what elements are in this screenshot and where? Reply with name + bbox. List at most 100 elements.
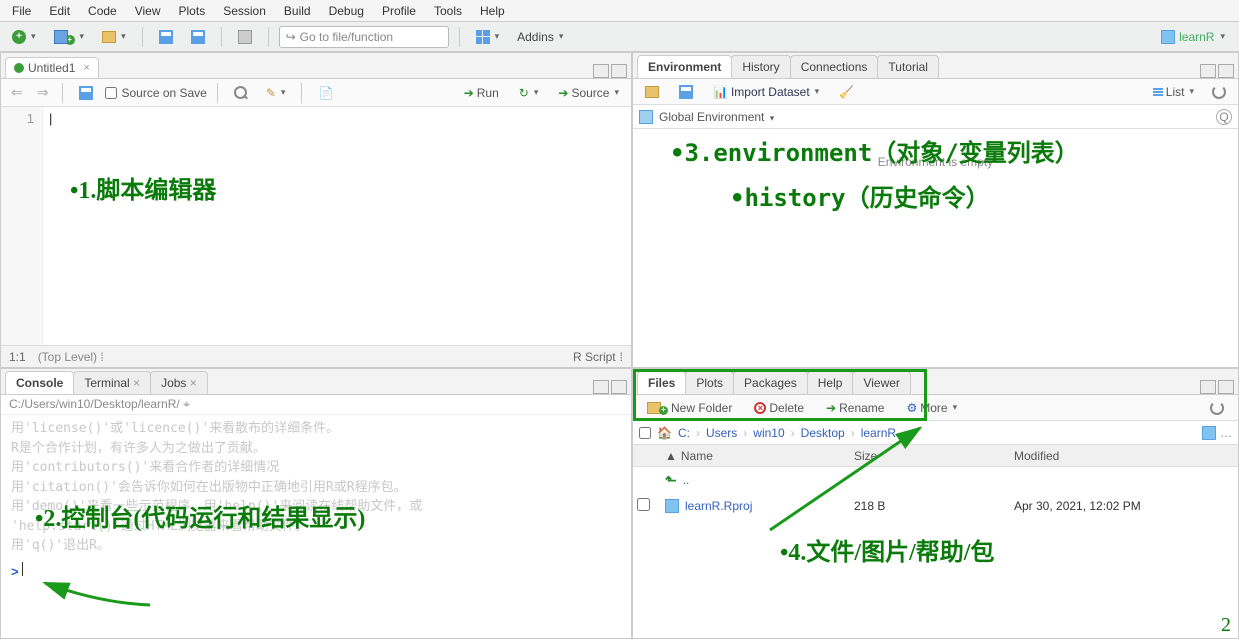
col-name[interactable]: ▲ Name xyxy=(665,449,854,463)
minimize-pane-icon[interactable] xyxy=(1200,380,1216,394)
maximize-pane-icon[interactable] xyxy=(1218,380,1234,394)
menu-code[interactable]: Code xyxy=(80,2,125,20)
rerun-button[interactable]: ↻▾ xyxy=(513,83,545,103)
source-on-save-checkbox[interactable]: Source on Save xyxy=(105,86,206,100)
breadcrumb-home-icon[interactable]: 🏠 xyxy=(657,426,672,440)
save-src-button[interactable] xyxy=(73,83,99,103)
view-mode-button[interactable]: List▾ xyxy=(1147,82,1200,102)
tab-plots[interactable]: Plots xyxy=(685,371,734,394)
maximize-pane-icon[interactable] xyxy=(611,64,627,78)
quadrant-layout: Untitled1 × ⇐ ⇒ Source on Save ✎▾ 📄 ➔Run… xyxy=(0,52,1239,639)
file-select-checkbox[interactable] xyxy=(637,498,650,511)
project-selector[interactable]: learnR▾ xyxy=(1153,28,1233,46)
console-pane: Console Terminal × Jobs × C:/Users/win10… xyxy=(0,368,632,639)
load-workspace-button[interactable] xyxy=(639,83,665,101)
breadcrumb-part[interactable]: Desktop xyxy=(801,426,845,440)
delete-icon: × xyxy=(754,402,766,414)
breadcrumb-part[interactable]: C: xyxy=(678,426,690,440)
run-button[interactable]: ➔Run xyxy=(458,83,505,103)
editor-body[interactable]: 1 | xyxy=(1,107,631,345)
tab-viewer[interactable]: Viewer xyxy=(852,371,910,394)
menu-help[interactable]: Help xyxy=(472,2,513,20)
more-path-button[interactable]: … xyxy=(1220,426,1232,440)
select-all-checkbox[interactable] xyxy=(639,427,651,439)
find-button[interactable] xyxy=(228,83,254,103)
file-modified: Apr 30, 2021, 12:02 PM xyxy=(1014,499,1234,513)
env-scope-row: Global Environment ▾ Q xyxy=(633,105,1238,129)
minimize-pane-icon[interactable] xyxy=(593,64,609,78)
minimize-pane-icon[interactable] xyxy=(1200,64,1216,78)
menu-edit[interactable]: Edit xyxy=(41,2,78,20)
menu-view[interactable]: View xyxy=(127,2,169,20)
source-tab-untitled1[interactable]: Untitled1 × xyxy=(5,57,99,78)
nav-back-icon[interactable]: ⇐ xyxy=(7,84,27,101)
breadcrumb-part[interactable]: win10 xyxy=(753,426,784,440)
save-all-button[interactable] xyxy=(185,27,211,47)
search-env-button[interactable]: Q xyxy=(1216,109,1232,125)
file-row-updir[interactable]: ⬑ .. xyxy=(633,467,1238,493)
nav-fwd-icon[interactable]: ⇒ xyxy=(33,84,53,101)
scope-selector[interactable]: Global Environment ▾ xyxy=(659,110,774,124)
breadcrumb-part[interactable]: learnR xyxy=(861,426,896,440)
source-button[interactable]: ➔Source▾ xyxy=(552,83,625,103)
source-pane: Untitled1 × ⇐ ⇒ Source on Save ✎▾ 📄 ➔Run… xyxy=(0,52,632,368)
col-size[interactable]: Size xyxy=(854,449,1014,463)
code-area[interactable]: | xyxy=(43,107,631,345)
more-button[interactable]: ⚙ More ▾ xyxy=(900,398,963,418)
save-workspace-button[interactable] xyxy=(673,82,699,102)
addins-button[interactable]: Addins ▾ xyxy=(511,27,569,47)
code-tools-button[interactable]: ✎▾ xyxy=(260,83,292,103)
new-folder-button[interactable]: + New Folder xyxy=(641,398,738,418)
language-mode[interactable]: R Script xyxy=(573,350,616,364)
refresh-files-button[interactable] xyxy=(1204,398,1230,418)
menu-tools[interactable]: Tools xyxy=(426,2,470,20)
scope-selector[interactable]: (Top Level) ⁞ xyxy=(38,350,104,364)
col-modified[interactable]: Modified xyxy=(1014,449,1234,463)
tab-packages[interactable]: Packages xyxy=(733,371,808,394)
console-prompt: > xyxy=(11,564,19,579)
menubar: File Edit Code View Plots Session Build … xyxy=(0,0,1239,22)
delete-button[interactable]: × Delete xyxy=(748,398,810,418)
import-dataset-button[interactable]: 📊 Import Dataset ▾ xyxy=(707,82,825,102)
gear-icon: ⚙ xyxy=(906,401,917,415)
maximize-pane-icon[interactable] xyxy=(1218,64,1234,78)
goto-placeholder: Go to file/function xyxy=(300,30,393,44)
menu-debug[interactable]: Debug xyxy=(321,2,372,20)
tab-files[interactable]: Files xyxy=(637,371,686,394)
clear-workspace-button[interactable]: 🧹 xyxy=(833,82,860,102)
menu-profile[interactable]: Profile xyxy=(374,2,424,20)
save-button[interactable] xyxy=(153,27,179,47)
new-project-button[interactable]: +▾ xyxy=(48,26,91,48)
open-file-button[interactable]: ▾ xyxy=(96,28,132,46)
minimize-pane-icon[interactable] xyxy=(593,380,609,394)
compile-report-button[interactable]: 📄 xyxy=(312,83,339,103)
line-gutter: 1 xyxy=(1,107,43,345)
tab-environment[interactable]: Environment xyxy=(637,55,732,78)
refresh-button[interactable] xyxy=(1206,82,1232,102)
tab-tutorial[interactable]: Tutorial xyxy=(877,55,939,78)
source-arrow-icon: ➔ xyxy=(558,86,568,100)
menu-build[interactable]: Build xyxy=(276,2,319,20)
menu-file[interactable]: File xyxy=(4,2,39,20)
close-tab-icon[interactable]: × xyxy=(79,62,89,74)
file-row[interactable]: learnR.Rproj 218 B Apr 30, 2021, 12:02 P… xyxy=(633,493,1238,519)
console-working-dir[interactable]: C:/Users/win10/Desktop/learnR/ ⌖ xyxy=(1,395,631,415)
tab-jobs[interactable]: Jobs × xyxy=(150,371,208,394)
console-body[interactable]: 用'license()'或'licence()'来看散布的详细条件。 R是个合作… xyxy=(1,415,631,638)
new-file-button[interactable]: +▾ xyxy=(6,27,42,47)
menu-plots[interactable]: Plots xyxy=(171,2,214,20)
tab-terminal[interactable]: Terminal × xyxy=(73,371,151,394)
maximize-pane-icon[interactable] xyxy=(611,380,627,394)
package-icon xyxy=(639,110,653,124)
tab-connections[interactable]: Connections xyxy=(790,55,879,78)
tab-console[interactable]: Console xyxy=(5,371,74,394)
goto-project-dir-icon[interactable] xyxy=(1202,426,1216,440)
print-button[interactable] xyxy=(232,27,258,47)
menu-session[interactable]: Session xyxy=(215,2,274,20)
panes-button[interactable]: ▾ xyxy=(470,27,506,47)
goto-file-function-input[interactable]: ↪Go to file/function xyxy=(279,26,449,48)
tab-history[interactable]: History xyxy=(731,55,790,78)
rename-button[interactable]: ➔ Rename xyxy=(820,398,890,418)
breadcrumb-part[interactable]: Users xyxy=(706,426,737,440)
tab-help[interactable]: Help xyxy=(807,371,854,394)
